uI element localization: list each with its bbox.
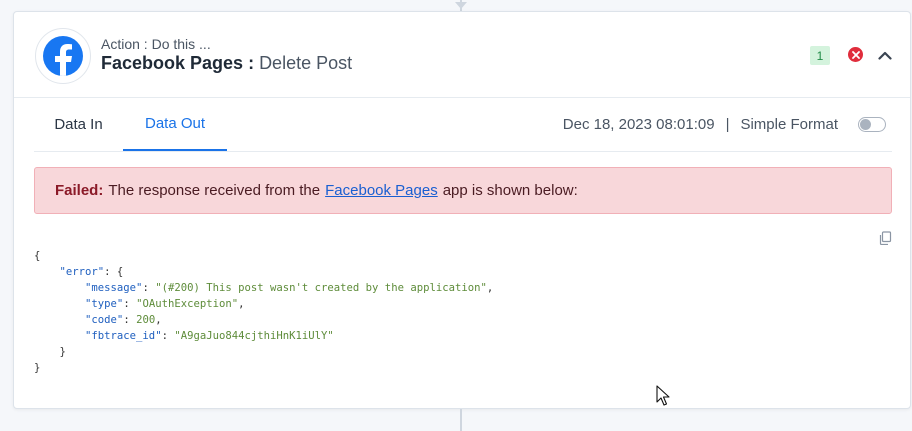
error-alert: Failed: The response received from the F… xyxy=(34,167,892,214)
step-title: Facebook Pages : Delete Post xyxy=(101,53,352,74)
app-name: Facebook Pages xyxy=(101,53,244,73)
meta-divider: | xyxy=(725,116,730,133)
flow-connector-bottom xyxy=(460,409,462,431)
json-value: "A9gaJuo844cjthiHnK1iUlY" xyxy=(174,330,334,342)
alert-text-before: The response received from the xyxy=(108,182,321,199)
error-icon[interactable] xyxy=(848,47,863,62)
alert-text-after: app is shown below: xyxy=(442,182,578,199)
facebook-icon xyxy=(43,36,83,76)
alert-status: Failed: xyxy=(55,182,104,199)
event-name: Delete Post xyxy=(259,53,353,73)
tabs-bar: Data In Data Out Dec 18, 2023 08:01:09 |… xyxy=(34,98,892,152)
json-value: "(#200) This post wasn't created by the … xyxy=(155,282,487,294)
title-separator: : xyxy=(243,53,260,73)
response-body: { "error": { "message": "(#200) This pos… xyxy=(34,250,494,374)
app-link[interactable]: Facebook Pages xyxy=(325,182,438,199)
step-header[interactable]: Action : Do this ... Facebook Pages : De… xyxy=(14,12,910,98)
json-key: "code" xyxy=(85,314,124,326)
json-key: "type" xyxy=(85,298,124,310)
json-value: "OAuthException" xyxy=(136,298,239,310)
mouse-cursor-icon xyxy=(656,385,670,407)
tab-data-out[interactable]: Data Out xyxy=(123,98,227,151)
tab-data-in[interactable]: Data In xyxy=(34,98,123,151)
json-value: 200 xyxy=(136,314,156,326)
json-key: "fbtrace_id" xyxy=(85,330,162,342)
response-timestamp: Dec 18, 2023 08:01:09 xyxy=(562,116,715,133)
step-card: Action : Do this ... Facebook Pages : De… xyxy=(13,11,911,409)
flow-arrow-icon xyxy=(455,2,467,9)
response-meta: Dec 18, 2023 08:01:09 | Simple Format xyxy=(563,98,886,151)
action-caption: Action : Do this ... xyxy=(101,36,211,52)
simple-format-toggle[interactable] xyxy=(858,117,886,132)
simple-format-label: Simple Format xyxy=(740,116,838,133)
json-key: "message" xyxy=(85,282,143,294)
copy-icon[interactable] xyxy=(878,231,892,246)
step-number-badge: 1 xyxy=(810,46,830,65)
chevron-up-icon[interactable] xyxy=(876,46,894,64)
json-key: "error" xyxy=(59,266,105,278)
app-logo xyxy=(35,28,91,84)
toggle-knob xyxy=(860,119,871,130)
